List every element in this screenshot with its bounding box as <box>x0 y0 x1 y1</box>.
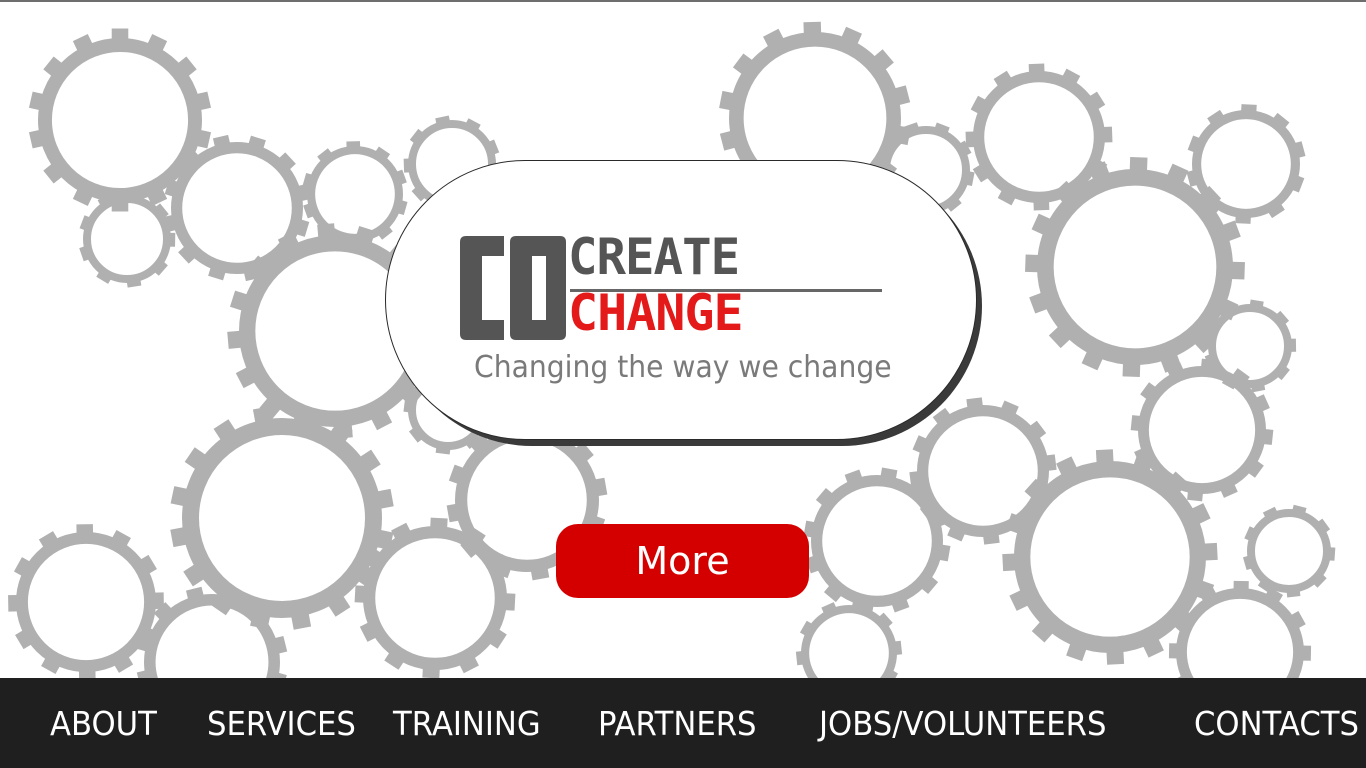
nav-item-partners[interactable]: PARTNERS <box>598 702 757 746</box>
more-button[interactable]: More <box>556 524 809 598</box>
nav-item-services[interactable]: SERVICES <box>207 702 356 746</box>
nav-item-jobs-volunteers[interactable]: JOBS/VOLUNTEERS <box>819 702 1106 746</box>
logo-create-text: CREATE <box>568 228 740 286</box>
nav-item-about[interactable]: ABOUT <box>50 702 157 746</box>
gear-icon <box>1242 504 1336 598</box>
nav-item-contacts[interactable]: CONTACTS <box>1194 702 1359 746</box>
gear-icon <box>803 467 951 615</box>
gear-icon <box>8 524 164 678</box>
gear-icon <box>795 600 903 678</box>
logo-co-mark <box>460 236 566 340</box>
bottom-nav: ABOUT SERVICES TRAINING PARTNERS JOBS/VO… <box>0 678 1366 768</box>
tagline: Changing the way we change <box>474 350 892 385</box>
logo-change-text: CHANGE <box>568 284 744 342</box>
page: CREATE CHANGE Changing the way we change… <box>0 0 1366 768</box>
nav-item-training[interactable]: TRAINING <box>393 702 541 746</box>
